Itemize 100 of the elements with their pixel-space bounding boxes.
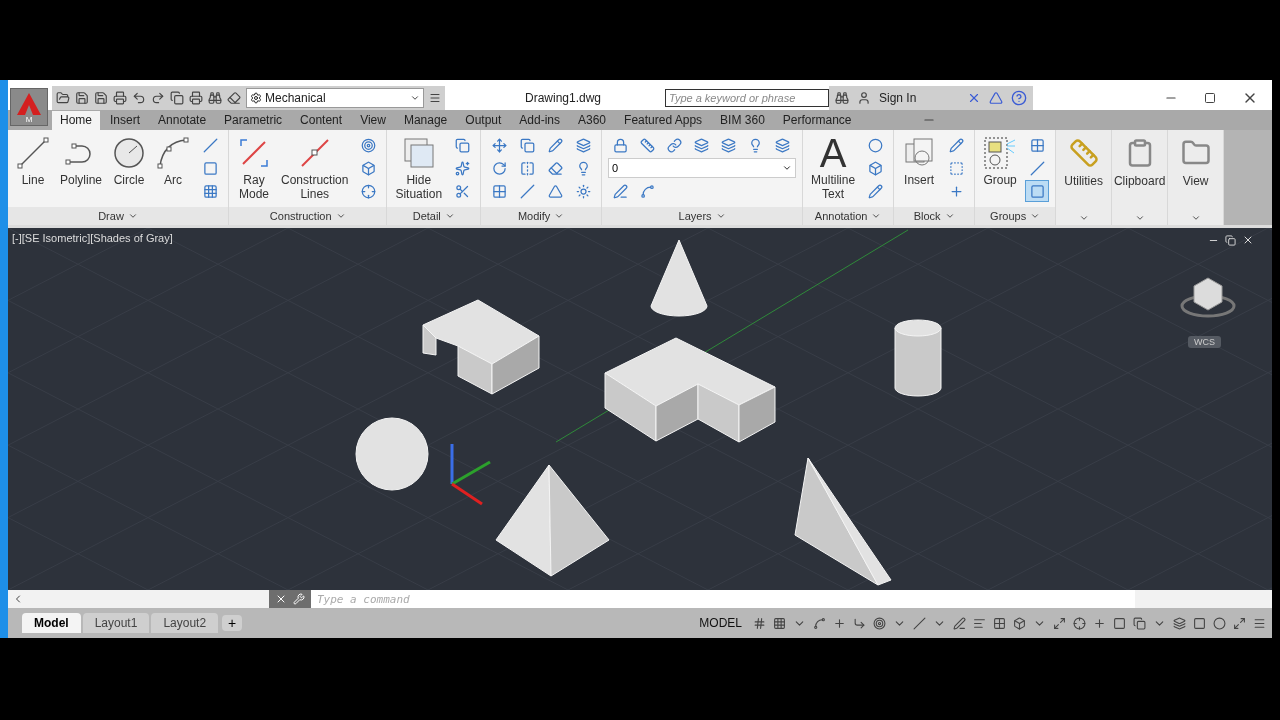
ribbon-tool-button[interactable]: Arc <box>154 134 193 189</box>
ribbon-tab[interactable]: Add-ins <box>511 111 568 130</box>
close-icon[interactable] <box>1242 234 1254 246</box>
ribbon-tool-button[interactable]: Hide Situation <box>393 134 445 203</box>
workspace-dropdown[interactable]: Mechanical <box>246 88 424 108</box>
rotate-icon <box>491 160 507 176</box>
ribbon-tab[interactable]: BIM 360 <box>712 111 773 130</box>
redo-icon[interactable] <box>151 91 165 105</box>
viewport-icon[interactable] <box>1133 616 1146 630</box>
undo-icon[interactable] <box>132 91 146 105</box>
properties-icon[interactable] <box>1113 616 1126 630</box>
lock-icon <box>612 137 628 153</box>
polar-icon[interactable] <box>873 616 886 630</box>
ribbon-tab[interactable]: Manage <box>395 111 456 130</box>
help-icon[interactable] <box>1011 90 1027 106</box>
ribbon-tab[interactable]: Featured Apps <box>616 111 711 130</box>
mirror-icon <box>519 160 535 176</box>
rectangle-tool[interactable] <box>1025 180 1050 202</box>
panel-title[interactable]: Construction <box>229 207 387 225</box>
restore-icon[interactable] <box>1225 234 1236 246</box>
viewcube-icon <box>1180 277 1236 318</box>
transparency-icon[interactable] <box>993 616 1006 630</box>
layout-tab[interactable]: Layout1 <box>82 613 150 633</box>
ribbon-tab[interactable]: Output <box>457 111 510 130</box>
ortho-icon[interactable] <box>853 616 866 630</box>
ribbon-tool-button[interactable]: Polyline <box>58 134 105 189</box>
drawing-viewport[interactable]: [-][SE Isometric][Shades of Gray] WCS <box>8 228 1272 590</box>
search-field[interactable]: Type a keyword or phrase <box>665 89 829 107</box>
ribbon-tool-button[interactable]: Group <box>981 134 1020 189</box>
model-space-button[interactable]: MODEL <box>699 616 742 630</box>
ribbon-tool-button[interactable]: Line <box>14 134 52 189</box>
viewport-controls-label[interactable]: [-][SE Isometric][Shades of Gray] <box>12 232 173 244</box>
panel-title[interactable]: Detail <box>387 207 481 225</box>
save-as-icon[interactable] <box>94 91 108 105</box>
ribbon-tab[interactable]: Insert <box>102 111 149 130</box>
print-icon[interactable] <box>113 91 127 105</box>
ribbon-tab[interactable]: View <box>352 111 394 130</box>
layer-dropdown[interactable]: 0 <box>608 158 797 178</box>
ribbon-tool-button[interactable]: Insert <box>900 134 939 189</box>
wrench-icon[interactable] <box>293 593 305 605</box>
maximize-icon[interactable] <box>1204 90 1216 106</box>
ribbon-tab[interactable]: Annotate <box>150 111 215 130</box>
triangle-icon[interactable] <box>989 91 1003 105</box>
workspace-icon[interactable] <box>1073 616 1086 630</box>
layout-tab[interactable]: Layout2 <box>151 613 219 633</box>
caret-icon <box>782 163 793 173</box>
close-icon[interactable] <box>275 593 287 605</box>
save-icon[interactable] <box>75 91 89 105</box>
grid-icon <box>491 183 507 199</box>
panel-title[interactable]: Block <box>894 207 975 225</box>
fullscreen-icon[interactable] <box>1233 616 1246 630</box>
plot-icon[interactable] <box>189 91 203 105</box>
ribbon-tool-button[interactable]: A Multiline Text <box>809 134 858 203</box>
move-icon <box>491 137 507 153</box>
layers-icon[interactable] <box>1173 616 1186 630</box>
command-field[interactable]: Type a command <box>311 589 1135 609</box>
ribbon-tab[interactable]: Home <box>52 111 100 130</box>
ribbon-panel-button[interactable]: Clipboard <box>1112 130 1169 225</box>
binoculars-icon[interactable] <box>835 91 849 105</box>
eraser-icon[interactable] <box>227 91 241 105</box>
grid-icon[interactable] <box>753 616 766 630</box>
pencil-icon <box>547 137 563 153</box>
ribbon-tool-button[interactable]: Ray Mode <box>235 134 274 203</box>
lineweight-icon[interactable] <box>973 616 986 630</box>
grid-icon <box>1029 137 1045 153</box>
menu-icon[interactable] <box>1253 616 1266 630</box>
rectangle-icon <box>202 160 218 176</box>
ribbon-panel-button[interactable]: View <box>1168 130 1225 225</box>
isolate-icon[interactable] <box>1193 616 1206 630</box>
x-logo-icon[interactable] <box>967 91 981 105</box>
panel-title[interactable]: Annotation <box>803 207 894 225</box>
panel-title[interactable]: Groups <box>975 207 1056 225</box>
panel-title[interactable]: Layers <box>602 207 803 225</box>
isodraft-icon[interactable] <box>913 616 926 630</box>
ribbon-tool-button[interactable]: Circle <box>110 134 149 189</box>
annotation-scale-icon[interactable] <box>1053 616 1066 630</box>
tracking-icon[interactable] <box>953 616 966 630</box>
add-layout-button[interactable]: + <box>222 615 243 631</box>
panel-title[interactable]: Modify <box>481 207 602 225</box>
ribbon-tab[interactable]: Parametric <box>216 111 291 130</box>
wcs-menu[interactable]: WCS <box>1188 336 1221 348</box>
add-icon[interactable] <box>1093 616 1106 630</box>
layout-tab[interactable]: Model <box>22 613 81 633</box>
caret-icon <box>410 93 420 103</box>
panel-title[interactable]: Draw <box>8 207 229 225</box>
ribbon-tab[interactable]: Content <box>292 111 351 130</box>
ribbon-tool-button[interactable]: Construction Lines <box>279 134 351 203</box>
ribbon-panel-button[interactable]: Utilities <box>1056 130 1113 225</box>
dynamic-input-icon[interactable] <box>833 616 846 630</box>
ribbon-tab[interactable]: Performance <box>774 111 860 130</box>
infer-icon[interactable] <box>813 616 826 630</box>
preview-icon[interactable] <box>208 91 222 105</box>
ribbon-tab[interactable]: A360 <box>570 111 615 130</box>
snap-icon[interactable] <box>773 616 786 630</box>
selection-cycling-icon[interactable] <box>1013 616 1026 630</box>
menu-icon[interactable] <box>429 92 441 104</box>
open-icon[interactable] <box>56 91 70 105</box>
sheet-icon[interactable] <box>170 91 184 105</box>
caret-icon <box>944 211 955 221</box>
hardware-icon[interactable] <box>1213 616 1226 630</box>
